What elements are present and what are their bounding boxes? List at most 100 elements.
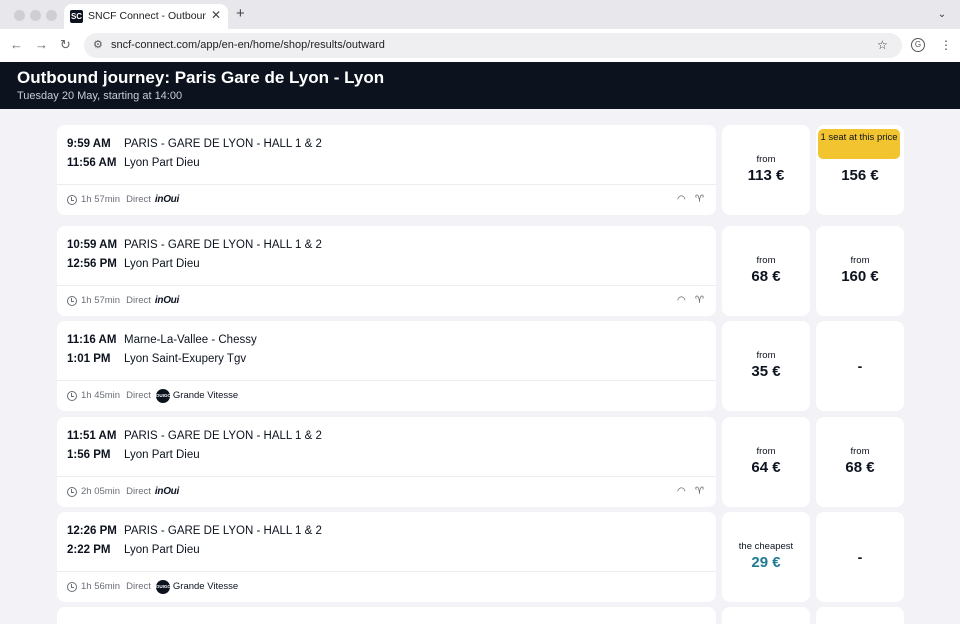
- journey-card[interactable]: 11:16 AM Marne-La-Vallee - Chessy 1:01 P…: [57, 321, 716, 411]
- price-amount: 68 €: [751, 268, 781, 285]
- address-bar[interactable]: ⚙ sncf-connect.com/app/en-en/home/shop/r…: [84, 33, 902, 58]
- departure-station: PARIS - GARE DE LYON - HALL 1 & 2: [124, 525, 322, 537]
- journey-meta: 2h 05min Direct inOui: [67, 486, 179, 498]
- profile-icon[interactable]: G: [911, 38, 925, 52]
- price-label: from: [756, 255, 776, 266]
- journey-card[interactable]: 10:59 AM PARIS - GARE DE LYON - HALL 1 &…: [57, 226, 716, 316]
- direct-label: Direct: [126, 486, 151, 497]
- window-zoom-button[interactable]: [46, 10, 57, 21]
- journey-card[interactable]: 9:59 AM PARIS - GARE DE LYON - HALL 1 & …: [57, 125, 716, 215]
- close-icon[interactable]: ✕: [211, 8, 221, 22]
- tab-title: SNCF Connect - Outbound journey: [88, 10, 206, 22]
- second-class-price-button[interactable]: from 68 €: [722, 226, 810, 316]
- wifi-icon: ◠: [677, 194, 686, 205]
- arrival-station: Lyon Part Dieu: [124, 544, 200, 556]
- arrow-right-icon[interactable]: →: [35, 36, 48, 54]
- divider: [57, 571, 716, 572]
- divider: [57, 184, 716, 185]
- journey-row: 9:59 AM PARIS - GARE DE LYON - HALL 1 & …: [57, 125, 904, 215]
- first-class-price-button[interactable]: 1 seat at this price 156 €: [816, 125, 904, 215]
- window-close-button[interactable]: [14, 10, 25, 21]
- ouigo-logo-icon: OUIGO: [155, 389, 171, 403]
- inoui-logo-icon: inOui: [154, 295, 179, 306]
- price-label: from: [756, 154, 776, 165]
- price-unavailable: -: [857, 549, 863, 565]
- duration: 2h 05min: [81, 486, 121, 497]
- departure-station: PARIS - GARE DE LYON - HALL 1 & 2: [124, 430, 322, 442]
- inoui-logo-icon: inOui: [154, 486, 179, 497]
- journey-row: 11:16 AM Marne-La-Vallee - Chessy 1:01 P…: [57, 321, 904, 411]
- journey-results-list: 9:59 AM PARIS - GARE DE LYON - HALL 1 & …: [0, 109, 960, 624]
- second-class-price-button[interactable]: [722, 607, 810, 624]
- price-unavailable: -: [857, 358, 863, 374]
- first-class-price-button[interactable]: from 160 €: [816, 226, 904, 316]
- journey-meta: 1h 57min Direct inOui: [67, 194, 179, 206]
- journey-row: 10:59 AM PARIS - GARE DE LYON - HALL 1 &…: [57, 226, 904, 316]
- seat-availability-badge: 1 seat at this price: [818, 129, 900, 159]
- second-class-price-button[interactable]: the cheapest 29 €: [722, 512, 810, 602]
- second-class-price-button[interactable]: from 113 €: [722, 125, 810, 215]
- brand-name: Grande Vitesse: [172, 390, 239, 401]
- duration: 1h 57min: [81, 194, 121, 205]
- clock-icon: [67, 195, 77, 205]
- window-minimize-button[interactable]: [30, 10, 41, 21]
- journey-card[interactable]: [57, 607, 716, 624]
- divider: [57, 476, 716, 477]
- clock-icon: [67, 582, 77, 592]
- price-amount: 113 €: [747, 167, 785, 184]
- departure-station: Marne-La-Vallee - Chessy: [124, 334, 257, 346]
- arrival-time: 11:56 AM: [67, 157, 117, 169]
- price-label: from: [756, 446, 776, 457]
- arrival-station: Lyon Part Dieu: [124, 449, 200, 461]
- first-class-price-cell: -: [816, 321, 904, 411]
- duration: 1h 45min: [81, 390, 121, 401]
- ouigo-logo-icon: OUIGO: [155, 580, 171, 594]
- reload-icon[interactable]: ↻: [60, 36, 71, 54]
- journey-row: 11:51 AM PARIS - GARE DE LYON - HALL 1 &…: [57, 417, 904, 507]
- price-label: from: [756, 350, 776, 361]
- price-amount: 68 €: [845, 459, 875, 476]
- browser-tab[interactable]: SC SNCF Connect - Outbound journey ✕: [64, 4, 228, 29]
- star-icon[interactable]: ☆: [877, 37, 888, 53]
- departure-time: 9:59 AM: [67, 138, 111, 150]
- departure-time: 11:51 AM: [67, 430, 117, 442]
- second-class-price-button[interactable]: from 64 €: [722, 417, 810, 507]
- direct-label: Direct: [126, 194, 151, 205]
- cheapest-price-amount: 29 €: [751, 554, 781, 571]
- arrow-left-icon[interactable]: ←: [10, 36, 23, 54]
- results-header: Outbound journey: Paris Gare de Lyon - L…: [0, 62, 960, 109]
- sncf-favicon-icon: SC: [70, 10, 83, 23]
- clock-icon: [67, 296, 77, 306]
- second-class-price-button[interactable]: from 35 €: [722, 321, 810, 411]
- first-class-price-cell: -: [816, 512, 904, 602]
- wifi-icon: ◠: [677, 486, 686, 497]
- departure-station: PARIS - GARE DE LYON - HALL 1 & 2: [124, 239, 322, 251]
- first-class-price-button[interactable]: from 68 €: [816, 417, 904, 507]
- price-amount: 35 €: [751, 363, 781, 380]
- more-vertical-icon[interactable]: ⋮: [940, 37, 952, 53]
- inoui-logo-icon: inOui: [154, 194, 179, 205]
- journey-meta: 1h 56min Direct OUIGO Grande Vitesse: [67, 580, 238, 594]
- journey-card[interactable]: 12:26 PM PARIS - GARE DE LYON - HALL 1 &…: [57, 512, 716, 602]
- plus-icon[interactable]: +: [236, 6, 245, 22]
- duration: 1h 56min: [81, 581, 121, 592]
- duration: 1h 57min: [81, 295, 121, 306]
- direct-label: Direct: [126, 581, 151, 592]
- price-amount: 160 €: [841, 268, 879, 285]
- clock-icon: [67, 391, 77, 401]
- url-text[interactable]: sncf-connect.com/app/en-en/home/shop/res…: [111, 38, 385, 53]
- price-amount: 156 €: [841, 167, 879, 184]
- chevron-down-icon[interactable]: ⌄: [932, 6, 952, 24]
- departure-time: 10:59 AM: [67, 239, 118, 251]
- first-class-price-button[interactable]: [816, 607, 904, 624]
- journey-row: 12:26 PM PARIS - GARE DE LYON - HALL 1 &…: [57, 512, 904, 602]
- price-label: from: [850, 255, 870, 266]
- arrival-station: Lyon Saint-Exupery Tgv: [124, 353, 247, 365]
- arrival-time: 1:01 PM: [67, 353, 111, 365]
- clock-icon: [67, 487, 77, 497]
- wifi-icon: ◠: [677, 295, 686, 306]
- tune-icon[interactable]: ⚙: [93, 37, 103, 53]
- bar-icon: ♈: [695, 295, 704, 306]
- journey-meta: 1h 57min Direct inOui: [67, 295, 179, 307]
- journey-card[interactable]: 11:51 AM PARIS - GARE DE LYON - HALL 1 &…: [57, 417, 716, 507]
